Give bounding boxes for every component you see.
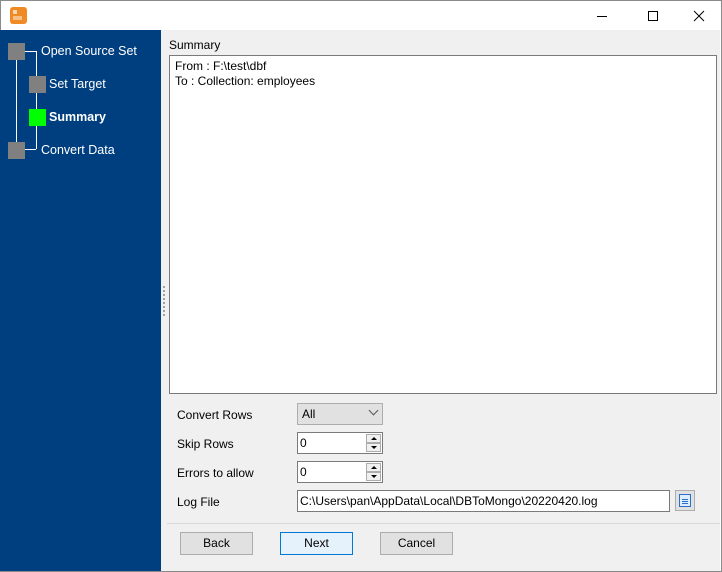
errors-to-allow-input[interactable] — [300, 464, 364, 480]
step-node-open-source-set — [8, 43, 25, 60]
browse-log-file-button[interactable] — [675, 490, 695, 511]
log-file-input[interactable] — [297, 490, 670, 512]
step-summary[interactable]: Summary — [49, 110, 106, 124]
maximize-button[interactable] — [630, 1, 676, 31]
summary-from-line: From : F:\test\dbf — [175, 59, 267, 73]
close-icon — [693, 10, 705, 22]
divider — [167, 523, 720, 524]
back-button[interactable]: Back — [180, 532, 253, 555]
convert-rows-label: Convert Rows — [177, 408, 253, 422]
log-file-label: Log File — [177, 495, 220, 509]
summary-heading: Summary — [169, 38, 221, 52]
skip-rows-down-arrow-icon[interactable] — [366, 443, 381, 452]
convert-rows-value: All — [302, 407, 316, 421]
step-node-set-target — [29, 76, 46, 93]
close-button[interactable] — [676, 1, 722, 31]
summary-textbox[interactable]: From : F:\test\dbf To : Collection: empl… — [169, 55, 717, 394]
skip-rows-stepper[interactable] — [297, 432, 383, 454]
skip-rows-label: Skip Rows — [177, 437, 234, 451]
errors-to-allow-stepper[interactable] — [297, 461, 383, 483]
tree-line — [25, 149, 36, 150]
document-icon — [679, 494, 691, 507]
splitter-grip-icon[interactable] — [163, 286, 165, 316]
tree-line — [36, 51, 37, 149]
step-open-source-set[interactable]: Open Source Set — [41, 44, 137, 58]
step-set-target[interactable]: Set Target — [49, 77, 106, 91]
next-button[interactable]: Next — [280, 532, 353, 555]
minimize-button[interactable] — [579, 1, 625, 31]
summary-to-line: To : Collection: employees — [175, 74, 316, 88]
skip-rows-up-arrow-icon[interactable] — [366, 434, 381, 443]
maximize-icon — [648, 11, 658, 21]
chevron-down-icon — [368, 405, 379, 416]
errors-up-arrow-icon[interactable] — [366, 463, 381, 472]
errors-down-arrow-icon[interactable] — [366, 472, 381, 481]
errors-to-allow-label: Errors to allow — [177, 466, 254, 480]
app-icon — [10, 7, 27, 24]
tree-line — [25, 51, 36, 52]
step-node-summary — [29, 109, 46, 126]
tree-line — [16, 51, 17, 149]
step-convert-data[interactable]: Convert Data — [41, 143, 115, 157]
cancel-button[interactable]: Cancel — [380, 532, 453, 555]
title-bar — [1, 1, 721, 31]
convert-rows-select[interactable]: All — [297, 403, 383, 425]
minimize-icon — [597, 16, 607, 17]
wizard-steps-sidebar: Open Source Set Set Target Summary Conve… — [0, 30, 161, 571]
skip-rows-input[interactable] — [300, 435, 364, 451]
step-node-convert-data — [8, 142, 25, 159]
